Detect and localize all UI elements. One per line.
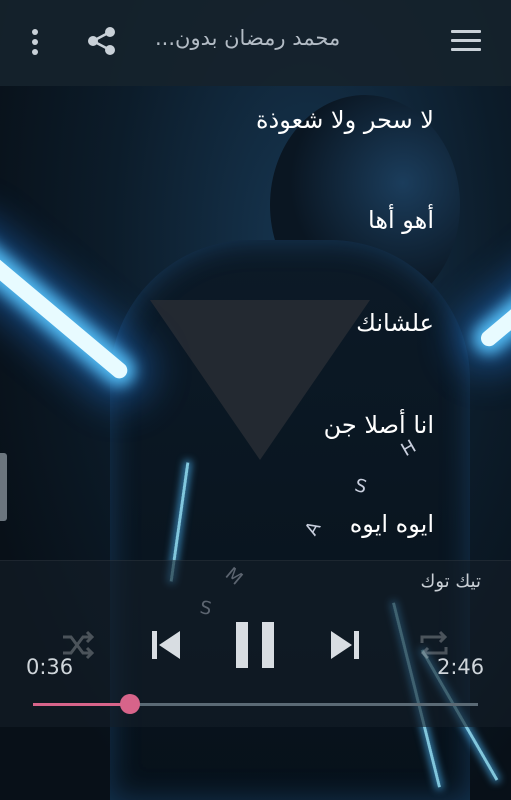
next-icon[interactable] xyxy=(328,628,362,662)
lyric-line: انا أصلا جن xyxy=(323,411,434,439)
lyric-line: لا سحر ولا شعوذة xyxy=(255,106,434,134)
lyric-line: ايوه ايوه xyxy=(349,510,434,538)
track-name: تيك توك xyxy=(420,571,481,592)
seek-bar-progress xyxy=(33,703,130,706)
drawer-handle[interactable] xyxy=(0,453,7,521)
more-vertical-icon[interactable] xyxy=(25,27,45,57)
seek-bar[interactable] xyxy=(33,694,478,714)
current-time: 0:36 xyxy=(26,655,74,679)
pause-icon[interactable] xyxy=(232,622,278,668)
light-beam-right xyxy=(477,266,511,350)
seek-bar-thumb[interactable] xyxy=(119,694,140,714)
hamburger-menu-icon[interactable] xyxy=(451,30,481,54)
lyric-line: أهو أها xyxy=(368,206,434,234)
share-icon[interactable] xyxy=(86,26,118,56)
previous-icon[interactable] xyxy=(149,628,183,662)
lyric-line: علشانك xyxy=(356,309,434,337)
total-time: 2:46 xyxy=(437,655,485,679)
page-title: محمد رمضان بدون... xyxy=(155,26,341,50)
light-beam-left xyxy=(0,234,131,382)
